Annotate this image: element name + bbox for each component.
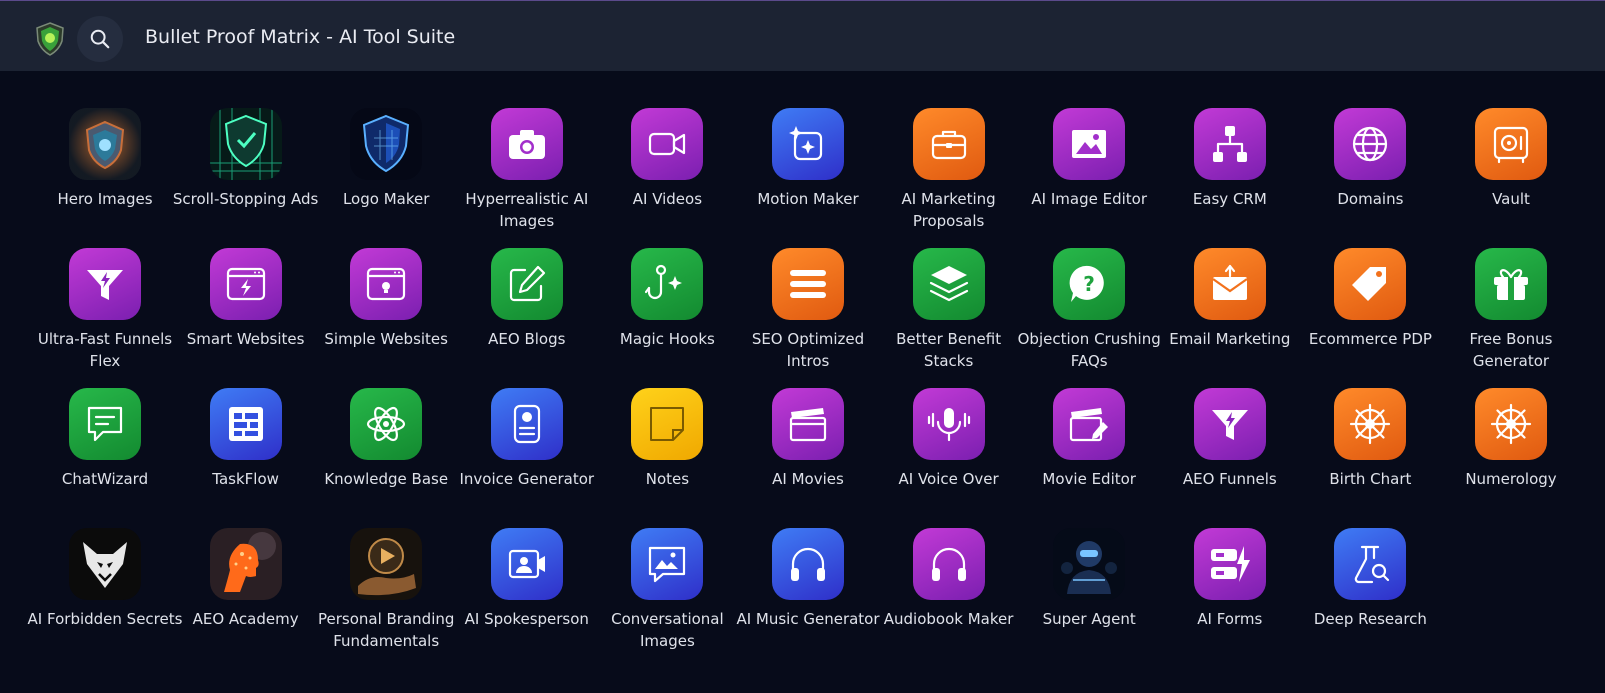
tool-label: AI Voice Over [898,470,999,488]
hero-images-icon [69,108,141,180]
svg-text:?: ? [1083,272,1095,296]
clapperboard-edit-icon [1053,388,1126,460]
tool-label: Personal Branding Fundamentals [317,610,455,650]
tool-label: AI Forms [1197,610,1263,628]
hand-play-icon [350,528,423,600]
invoice-icon [490,388,563,460]
tool-label: Magic Hooks [619,330,715,348]
flask-search-icon [1334,528,1407,600]
tool-label: Ultra-Fast Funnels Flex [37,330,173,370]
shield-logo-icon[interactable] [33,22,67,56]
briefcase-icon [912,108,985,180]
org-chart-icon [1193,108,1266,180]
edit-icon [490,248,563,320]
tool-label: AI Image Editor [1031,190,1147,208]
person-video-icon [490,528,563,600]
tool-label: AEO Blogs [488,330,566,348]
tool-label: Numerology [1465,470,1557,488]
tool-label: TaskFlow [212,470,279,488]
tool-label: AEO Funnels [1182,470,1277,488]
tool-label: Better Benefit Stacks [896,330,1002,370]
tool-label: Logo Maker [342,190,430,208]
tool-label: Motion Maker [757,190,859,208]
tool-label: Objection Crushing FAQs [1017,330,1161,370]
tool-label: Audiobook Maker [883,610,1014,628]
sticky-note-icon [631,388,704,460]
funnel-bolt-icon [69,248,141,320]
tool-label: AI Spokesperson [464,610,589,628]
browser-bulb-icon [350,248,423,320]
image-icon [1053,108,1126,180]
microphone-icon [912,388,985,460]
tool-label: Ecommerce PDP [1308,330,1432,348]
tool-label: Free Bonus Generator [1469,330,1553,370]
form-bolt-icon [1193,528,1266,600]
tool-label: AI Music Generator [736,610,880,628]
logo-maker-icon [350,108,423,180]
envelope-icon [1193,248,1266,320]
dharma-wheel-icon [1334,388,1407,460]
tool-label: Knowledge Base [324,470,449,488]
chat-icon [69,388,141,460]
tool-label: ChatWizard [61,470,149,488]
table-icon [209,388,282,460]
question-bubble-icon: ? [1053,248,1126,320]
gift-icon [1475,248,1547,320]
robot-icon [1053,528,1126,600]
lines-icon [772,248,844,320]
tool-label: AI Movies [772,470,844,488]
tool-label: Domains [1337,190,1404,208]
search-button[interactable] [77,16,123,62]
tool-label: AI Forbidden Secrets [27,610,183,628]
camera-icon [490,108,563,180]
sparkle-frame-icon [772,108,844,180]
tool-label: Invoice Generator [459,470,595,488]
funnel-bolt-icon [1193,388,1266,460]
browser-bolt-icon [209,248,282,320]
tool-label: Movie Editor [1042,470,1136,488]
dharma-wheel-icon [1475,388,1547,460]
app-title: Bullet Proof Matrix - AI Tool Suite [145,26,456,48]
tool-label: Super Agent [1042,610,1136,628]
top-bar: Bullet Proof Matrix - AI Tool Suite [0,0,1605,71]
atom-icon [350,388,423,460]
image-chat-icon [631,528,704,600]
tool-label: SEO Optimized Intros [751,330,865,370]
clapperboard-icon [772,388,844,460]
tool-label: Hero Images [57,190,153,208]
tool-label: Deep Research [1313,610,1427,628]
tool-label: Scroll-Stopping Ads [172,190,319,208]
tool-label: AI Marketing Proposals [901,190,996,230]
headphones-icon [912,528,985,600]
wolf-emblem-icon [69,528,141,600]
search-icon [90,29,110,49]
layers-icon [912,248,985,320]
tool-label: Notes [645,470,690,488]
globe-icon [1334,108,1407,180]
tool-label: Easy CRM [1192,190,1267,208]
video-camera-icon [631,108,704,180]
tool-label: Hyperrealistic AI Images [465,190,589,230]
tag-icon [1334,248,1407,320]
tool-label: AEO Academy [192,610,299,628]
safe-icon [1475,108,1547,180]
tool-label: Birth Chart [1329,470,1412,488]
tool-label: Email Marketing [1169,330,1291,348]
tool-label: Smart Websites [186,330,305,348]
tool-label: Conversational Images [611,610,724,650]
tool-label: AI Videos [632,190,703,208]
tool-label: Vault [1492,190,1530,208]
tool-label: Simple Websites [324,330,448,348]
headphones-icon [772,528,844,600]
scroll-stopping-ads-icon [209,108,282,180]
tool-grid: Hero Images Scroll-Stopping Ads Logo Maker… [28,108,1605,693]
hook-sparkle-icon [631,248,704,320]
ai-head-icon [209,528,282,600]
